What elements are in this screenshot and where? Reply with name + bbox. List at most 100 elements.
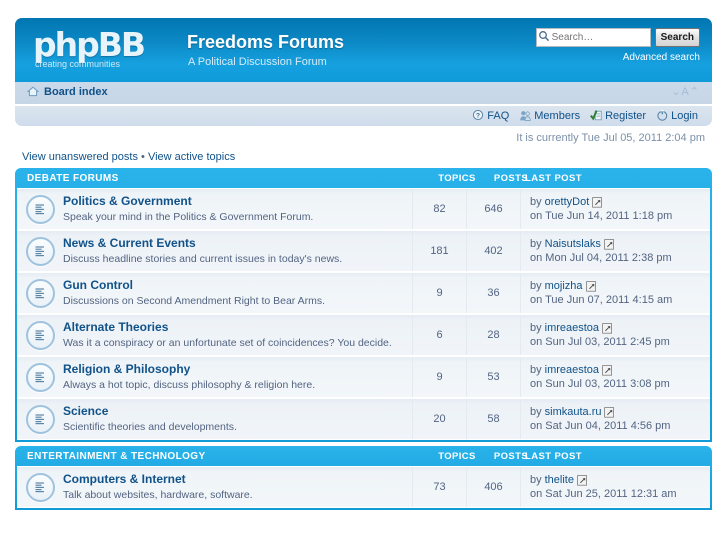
forum-title-link[interactable]: Computers & Internet	[63, 472, 186, 486]
quicklink-register[interactable]: Register	[590, 109, 646, 122]
lastpost-by-prefix: by	[530, 280, 542, 292]
lastpost-date: on Mon Jul 04, 2011 2:38 pm	[530, 252, 672, 264]
goto-last-post-icon[interactable]	[604, 406, 616, 418]
column-header-lastpost: LAST POST	[525, 173, 582, 184]
forum-lines-icon	[25, 236, 55, 266]
quicklinks-bar: ? FAQ Members Register Login	[15, 105, 712, 126]
goto-last-post-icon[interactable]	[592, 196, 604, 208]
forum-icon-cell	[17, 357, 63, 397]
forum-description: Was it a conspiracy or an unfortunate se…	[63, 337, 392, 349]
forum-lastpost: by mojizha on Tue Jun 07, 2011 4:15 am	[520, 273, 710, 313]
view-active-topics-link[interactable]: View active topics	[148, 151, 235, 163]
lastpost-author-link[interactable]: thelite	[545, 473, 574, 487]
phpbb-logo[interactable]: phpBB creating communities	[33, 25, 175, 74]
forum-info: Alternate Theories Was it a conspiracy o…	[63, 315, 412, 355]
lastpost-author-link[interactable]: imreaestoa	[545, 321, 599, 335]
forum-lastpost: by Naisutslaks on Mon Jul 04, 2011 2:38 …	[520, 231, 710, 271]
lastpost-author-link[interactable]: simkauta.ru	[545, 405, 602, 419]
forum-row[interactable]: News & Current Events Discuss headline s…	[17, 230, 710, 272]
breadcrumb-bar: Board index ⌄A⌃	[15, 82, 712, 105]
column-header-lastpost: LAST POST	[525, 451, 582, 462]
forum-title-link[interactable]: Gun Control	[63, 278, 133, 292]
forum-row[interactable]: Computers & Internet Talk about websites…	[17, 466, 710, 508]
goto-last-post-icon[interactable]	[602, 322, 614, 334]
forum-row[interactable]: Gun Control Discussions on Second Amendm…	[17, 272, 710, 314]
forum-icon-cell	[17, 399, 63, 439]
search-box: Search Advanced search	[535, 28, 700, 63]
power-icon	[656, 109, 669, 122]
quicklink-login-label: Login	[671, 109, 698, 122]
forum-topics-count: 82	[412, 189, 466, 229]
view-unanswered-posts-link[interactable]: View unanswered posts	[22, 151, 138, 163]
forum-title-link[interactable]: Science	[63, 404, 108, 418]
lastpost-author-line: by mojizha	[530, 279, 710, 293]
forum-lastpost: by thelite on Sat Jun 25, 2011 12:31 am	[520, 467, 710, 507]
forum-icon-cell	[17, 467, 63, 507]
quicklink-faq-label: FAQ	[487, 109, 510, 122]
forum-row[interactable]: Religion & Philosophy Always a hot topic…	[17, 356, 710, 398]
forum-topics-count: 6	[412, 315, 466, 355]
lastpost-author-link[interactable]: orettyDot	[545, 195, 590, 209]
quicklink-faq[interactable]: ? FAQ	[472, 109, 509, 122]
forum-title-link[interactable]: Alternate Theories	[63, 320, 168, 334]
font-size-control[interactable]: ⌄A⌃	[671, 85, 700, 98]
forum-lines-icon	[25, 472, 55, 502]
forum-topics-count: 9	[412, 273, 466, 313]
category-header: DEBATE FORUMS TOPICS POSTS LAST POST	[17, 168, 710, 188]
svg-text:?: ?	[476, 113, 480, 120]
header-bar: phpBB creating communities Freedoms Foru…	[15, 18, 712, 82]
category-title[interactable]: ENTERTAINMENT & TECHNOLOGY	[27, 451, 206, 462]
search-input[interactable]	[535, 28, 651, 47]
site-subtitle: A Political Discussion Forum	[188, 56, 327, 68]
forum-lines-icon	[25, 362, 55, 392]
forum-info: Science Scientific theories and developm…	[63, 399, 412, 439]
forum-topics-count: 181	[412, 231, 466, 271]
goto-last-post-icon[interactable]	[604, 238, 616, 250]
forum-row[interactable]: Alternate Theories Was it a conspiracy o…	[17, 314, 710, 356]
lastpost-by-prefix: by	[530, 196, 542, 208]
quicklink-members[interactable]: Members	[519, 109, 580, 122]
forum-description: Speak your mind in the Politics & Govern…	[63, 211, 314, 223]
lastpost-author-link[interactable]: Naisutslaks	[545, 237, 601, 251]
category-title[interactable]: DEBATE FORUMS	[27, 173, 119, 184]
lastpost-author-line: by Naisutslaks	[530, 237, 710, 251]
breadcrumb: Board index	[26, 86, 108, 98]
quicklink-register-label: Register	[605, 109, 647, 122]
lastpost-author-link[interactable]: imreaestoa	[545, 363, 599, 377]
forum-lastpost: by imreaestoa on Sun Jul 03, 2011 3:08 p…	[520, 357, 710, 397]
goto-last-post-icon[interactable]	[585, 280, 598, 292]
goto-last-post-icon[interactable]	[602, 364, 614, 376]
forum-description: Discussions on Second Amendment Right to…	[63, 295, 326, 307]
forum-title-link[interactable]: Religion & Philosophy	[63, 362, 190, 376]
search-button[interactable]: Search	[654, 28, 700, 47]
forum-row[interactable]: Politics & Government Speak your mind in…	[17, 188, 710, 230]
lastpost-author-link[interactable]: mojizha	[545, 279, 583, 293]
forum-topics-count: 9	[412, 357, 466, 397]
forum-description: Always a hot topic, discuss philosophy &…	[63, 379, 316, 391]
lastpost-date: on Sun Jul 03, 2011 2:45 pm	[530, 336, 670, 348]
lastpost-author-line: by imreaestoa	[530, 321, 710, 335]
phpbb-logo-tagline: creating communities	[35, 59, 121, 69]
action-bar-separator: •	[141, 151, 145, 163]
category-header: ENTERTAINMENT & TECHNOLOGY TOPICS POSTS …	[17, 446, 710, 466]
forum-topics-count: 73	[412, 467, 466, 507]
forum-title-link[interactable]: News & Current Events	[63, 236, 196, 250]
lastpost-by-prefix: by	[530, 406, 542, 418]
forum-lines-icon	[25, 278, 55, 308]
breadcrumb-link-board-index[interactable]: Board index	[44, 86, 108, 98]
forum-row[interactable]: Science Scientific theories and developm…	[17, 398, 710, 440]
lastpost-date: on Sat Jun 25, 2011 12:31 am	[530, 488, 677, 500]
forum-posts-count: 646	[466, 189, 520, 229]
quicklinks-list: ? FAQ Members Register Login	[466, 109, 698, 122]
search-input-wrapper	[535, 28, 651, 47]
quicklink-login[interactable]: Login	[656, 109, 698, 122]
forum-category-0: DEBATE FORUMS TOPICS POSTS LAST POST Pol…	[15, 168, 712, 442]
site-title: Freedoms Forums	[187, 32, 345, 52]
advanced-search-link[interactable]: Advanced search	[536, 52, 700, 63]
lastpost-author-line: by thelite	[530, 473, 710, 487]
goto-last-post-icon[interactable]	[577, 474, 589, 486]
forum-description: Discuss headline stories and current iss…	[63, 253, 343, 265]
forum-posts-count: 58	[466, 399, 520, 439]
phpbb-logo-text: phpBB	[33, 25, 146, 64]
forum-title-link[interactable]: Politics & Government	[63, 194, 192, 208]
